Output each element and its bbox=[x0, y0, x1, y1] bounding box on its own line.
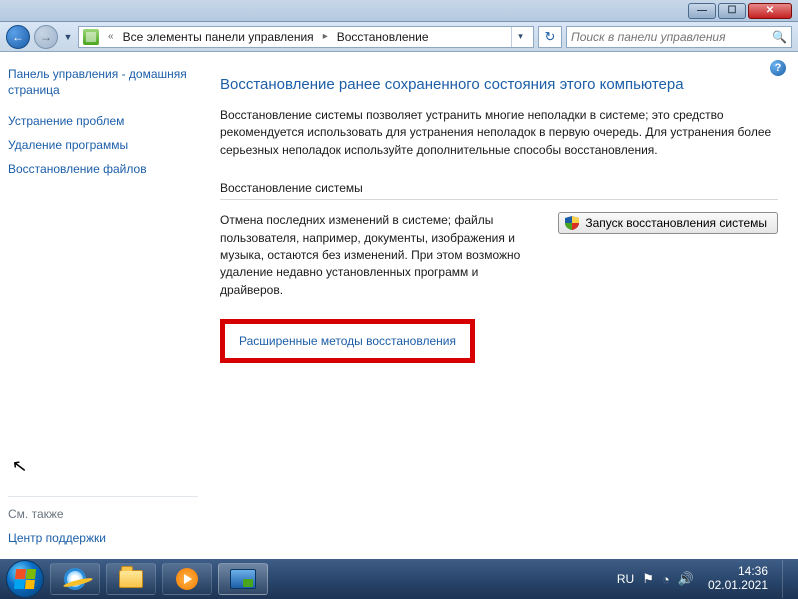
minimize-button[interactable]: — bbox=[688, 3, 716, 19]
language-indicator[interactable]: RU bbox=[617, 572, 634, 586]
sidebar-link-troubleshoot[interactable]: Устранение проблем bbox=[8, 114, 192, 128]
address-bar[interactable]: « Все элементы панели управления ▸ Восст… bbox=[78, 26, 534, 48]
help-icon[interactable]: ? bbox=[770, 60, 786, 76]
content-area: Панель управления - домашняя страница Ус… bbox=[0, 52, 798, 559]
navigation-bar: ← → ▼ « Все элементы панели управления ▸… bbox=[0, 22, 798, 52]
page-title: Восстановление ранее сохраненного состоя… bbox=[220, 76, 778, 93]
control-panel-home-link[interactable]: Панель управления - домашняя страница bbox=[8, 66, 192, 98]
taskbar-media-player[interactable] bbox=[162, 563, 212, 595]
search-box[interactable]: 🔍 bbox=[566, 26, 792, 48]
see-also-action-center[interactable]: Центр поддержки bbox=[8, 531, 198, 545]
maximize-button[interactable]: ☐ bbox=[718, 3, 746, 19]
see-also-panel: См. также Центр поддержки bbox=[8, 496, 198, 545]
restore-button-label: Запуск восстановления системы bbox=[585, 216, 767, 230]
breadcrumb-current[interactable]: Восстановление bbox=[337, 30, 429, 44]
window-titlebar: — ☐ ✕ bbox=[0, 0, 798, 22]
forward-button[interactable]: → bbox=[34, 25, 58, 49]
clock-date: 02.01.2021 bbox=[708, 579, 768, 593]
breadcrumb-sep-icon: ▸ bbox=[320, 31, 331, 42]
start-button[interactable] bbox=[6, 560, 44, 598]
media-player-icon bbox=[176, 568, 198, 590]
taskbar-ie[interactable] bbox=[50, 563, 100, 595]
folder-icon bbox=[119, 570, 143, 588]
refresh-button[interactable]: ↻ bbox=[538, 26, 562, 48]
section-heading: Восстановление системы bbox=[220, 181, 778, 200]
clock[interactable]: 14:36 02.01.2021 bbox=[708, 565, 768, 593]
action-center-icon[interactable]: ⚑ bbox=[642, 571, 654, 587]
search-input[interactable] bbox=[571, 30, 772, 44]
uac-shield-icon bbox=[565, 216, 579, 230]
show-desktop-button[interactable] bbox=[782, 560, 792, 598]
clock-time: 14:36 bbox=[708, 565, 768, 579]
sidebar-link-file-recovery[interactable]: Восстановление файлов bbox=[8, 162, 192, 176]
breadcrumb-root[interactable]: Все элементы панели управления bbox=[123, 30, 314, 44]
address-dropdown[interactable]: ▾ bbox=[511, 27, 529, 47]
back-button[interactable]: ← bbox=[6, 25, 30, 49]
close-button[interactable]: ✕ bbox=[748, 3, 792, 19]
history-dropdown[interactable]: ▼ bbox=[62, 27, 74, 47]
page-description: Восстановление системы позволяет устрани… bbox=[220, 107, 778, 159]
control-panel-task-icon bbox=[230, 569, 256, 589]
sidebar: Панель управления - домашняя страница Ус… bbox=[0, 52, 200, 559]
volume-icon[interactable]: 🔊 bbox=[678, 571, 694, 587]
ie-icon bbox=[64, 568, 86, 590]
taskbar-control-panel[interactable] bbox=[218, 563, 268, 595]
see-also-label: См. также bbox=[8, 507, 198, 521]
highlighted-box: Расширенные методы восстановления bbox=[220, 319, 475, 363]
main-pane: ? Восстановление ранее сохраненного сост… bbox=[200, 52, 798, 559]
control-panel-icon bbox=[83, 29, 99, 45]
breadcrumb-sep-icon: « bbox=[105, 31, 117, 42]
restore-description: Отмена последних изменений в системе; фа… bbox=[220, 212, 538, 299]
advanced-recovery-link[interactable]: Расширенные методы восстановления bbox=[239, 334, 456, 348]
windows-logo-icon bbox=[14, 569, 36, 589]
taskbar-explorer[interactable] bbox=[106, 563, 156, 595]
taskbar: RU ⚑ ◔ 🔊 14:36 02.01.2021 bbox=[0, 559, 798, 599]
search-icon[interactable]: 🔍 bbox=[772, 30, 787, 44]
system-tray: RU ⚑ ◔ 🔊 14:36 02.01.2021 bbox=[617, 560, 792, 598]
sidebar-link-uninstall[interactable]: Удаление программы bbox=[8, 138, 192, 152]
start-system-restore-button[interactable]: Запуск восстановления системы bbox=[558, 212, 778, 234]
network-icon[interactable]: ◔ bbox=[662, 572, 670, 587]
